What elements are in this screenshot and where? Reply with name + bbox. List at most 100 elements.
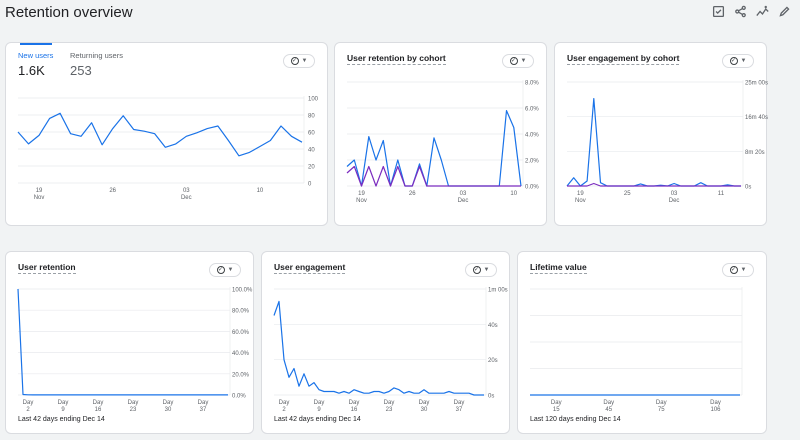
new-users-card: 100 80 60 40 20 0 19 Nov 26 03 Dec 10 New users 1.6… [5, 42, 328, 226]
x-tick-label: Nov [356, 198, 367, 204]
x-tick-label: 2 [282, 407, 286, 413]
x-tick-label: 75 [658, 407, 665, 413]
x-tick-label: Day [710, 400, 721, 406]
x-tick-label: 26 [109, 188, 116, 194]
y-tick-label: 6.0% [525, 107, 539, 113]
chevron-down-icon: ▼ [740, 267, 747, 273]
y-tick-label: 40s [488, 323, 498, 329]
share-icon[interactable] [732, 3, 748, 19]
y-tick-label: 60.0% [232, 330, 250, 336]
insights-icon[interactable] [754, 3, 770, 19]
series-line [273, 300, 484, 396]
x-tick-label: 10 [257, 188, 264, 194]
y-tick-label: 1m 00s [488, 288, 508, 294]
compare-button[interactable]: ✓ ▼ [283, 54, 315, 68]
x-tick-label: Dec [458, 198, 469, 204]
x-tick-label: 11 [718, 191, 725, 197]
y-tick-label: 0 [308, 182, 312, 188]
x-tick-label: Day [314, 400, 325, 406]
card-title[interactable]: User engagement [274, 262, 346, 274]
y-tick-label: 8.0% [525, 81, 539, 87]
check-circle-icon: ✓ [216, 266, 225, 274]
lifetime-value-chart: Day15Day45Day75Day106 [530, 287, 743, 413]
cohort-engagement-card: 25m 00s 16m 40s 8m 20s 0s 19 Nov 25 03 Dec 11 Use… [554, 42, 768, 226]
x-tick-label: 19 [358, 191, 365, 197]
page-title: Retention overview [5, 4, 133, 21]
tab-value: 1.6K [18, 63, 45, 78]
x-tick-label: 16 [95, 407, 102, 413]
y-tick-label: 80 [308, 114, 315, 120]
x-tick-label: Nov [575, 198, 586, 204]
y-tick-label: 0.0% [232, 394, 246, 400]
x-tick-label: 19 [577, 191, 584, 197]
compare-button[interactable]: ✓ ▼ [502, 54, 534, 68]
date-range-footer: Last 42 days ending Dec 14 [274, 416, 361, 423]
x-tick-label: Dec [181, 195, 192, 201]
y-tick-label: 80.0% [232, 309, 250, 315]
x-tick-label: Day [58, 400, 69, 406]
compare-button[interactable]: ✓ ▼ [722, 263, 754, 277]
cohort-engagement-chart: 25m 00s 16m 40s 8m 20s 0s 19Nov 25 03Dec 11 [566, 80, 768, 204]
card-title[interactable]: User retention [18, 262, 76, 274]
compare-button[interactable]: ✓ ▼ [209, 263, 241, 277]
y-tick-label: 20.0% [232, 372, 250, 378]
y-tick-label: 100 [308, 97, 319, 103]
x-tick-label: 16 [351, 407, 358, 413]
chevron-down-icon: ▼ [227, 267, 234, 273]
x-tick-label: Day [349, 400, 360, 406]
check-circle-icon: ✓ [472, 266, 481, 274]
x-tick-label: 30 [421, 407, 428, 413]
tab-returning-users[interactable]: Returning users 253 [70, 51, 123, 78]
x-tick-label: 03 [460, 191, 467, 197]
compare-report-icon[interactable] [710, 3, 726, 19]
tab-new-users[interactable]: New users 1.6K [18, 51, 53, 78]
x-tick-label: 45 [605, 407, 612, 413]
cohort-retention-card: 8.0% 6.0% 4.0% 2.0% 0.0% 19 Nov 26 03 Dec 10 User … [334, 42, 547, 226]
x-tick-label: 106 [710, 407, 721, 413]
x-tick-label: 03 [183, 188, 190, 194]
x-tick-label: Day [656, 400, 667, 406]
x-tick-label: 26 [409, 191, 416, 197]
x-tick-label: Day [603, 400, 614, 406]
x-tick-label: 25 [624, 191, 631, 197]
check-circle-icon: ✓ [290, 57, 299, 65]
date-range-footer: Last 120 days ending Dec 14 [530, 416, 621, 423]
x-tick-label: Day [551, 400, 562, 406]
card-title[interactable]: Lifetime value [530, 262, 587, 274]
card-title[interactable]: User retention by cohort [347, 53, 446, 65]
x-tick-label: 15 [553, 407, 560, 413]
series-line [566, 97, 741, 187]
date-range-footer: Last 42 days ending Dec 14 [18, 416, 105, 423]
tab-label: New users [18, 51, 54, 60]
x-tick-label: 9 [317, 407, 321, 413]
x-tick-label: Day [454, 400, 465, 406]
edit-icon[interactable] [776, 3, 792, 19]
chevron-down-icon: ▼ [520, 58, 527, 64]
x-tick-label: Day [128, 400, 139, 406]
y-tick-label: 2.0% [525, 159, 539, 165]
new-users-chart: 100 80 60 40 20 0 19Nov 26 03Dec 10 [17, 96, 319, 201]
y-tick-label: 60 [308, 131, 315, 137]
toolbar [710, 3, 792, 19]
x-tick-label: 03 [671, 191, 678, 197]
x-tick-label: 10 [510, 191, 517, 197]
y-tick-label: 0.0% [525, 185, 539, 191]
compare-button[interactable]: ✓ ▼ [722, 54, 754, 68]
series-line [17, 112, 303, 157]
check-circle-icon: ✓ [729, 266, 738, 274]
x-tick-label: 37 [200, 407, 207, 413]
card-title[interactable]: User engagement by cohort [567, 53, 680, 65]
compare-button[interactable]: ✓ ▼ [465, 263, 497, 277]
user-retention-chart: 100.0%80.0%60.0%40.0%20.0%0.0%Day2Day9Da… [17, 287, 253, 413]
y-tick-label: 8m 20s [745, 150, 765, 156]
x-tick-label: Day [198, 400, 209, 406]
y-tick-label: 20s [488, 358, 498, 364]
chevron-down-icon: ▼ [740, 58, 747, 64]
series-line [346, 109, 522, 187]
chevron-down-icon: ▼ [483, 267, 490, 273]
x-tick-label: Day [163, 400, 174, 406]
y-tick-label: 40.0% [232, 351, 250, 357]
chevron-down-icon: ▼ [301, 58, 308, 64]
y-tick-label: 20 [308, 165, 315, 171]
series-line [567, 182, 741, 187]
